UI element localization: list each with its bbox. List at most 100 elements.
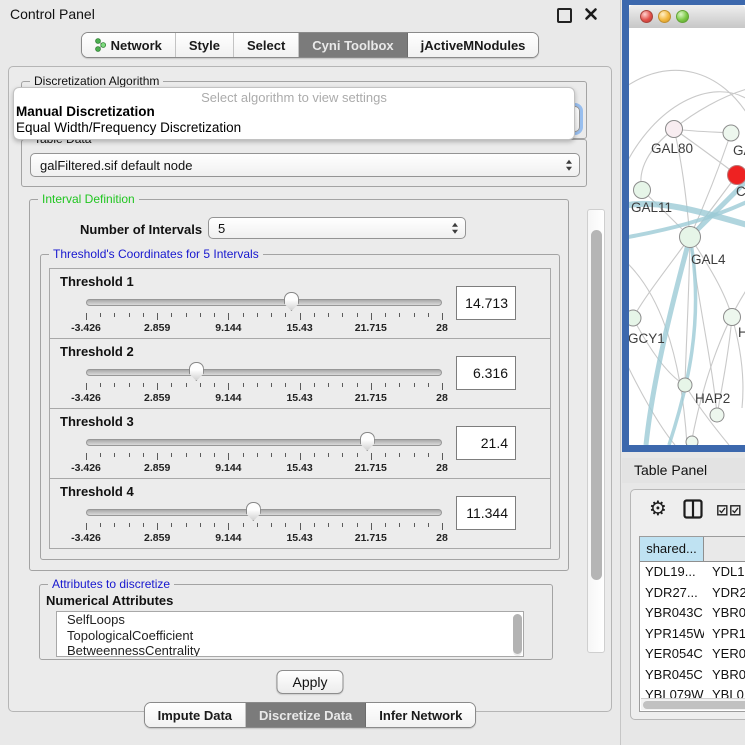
node-label: GCY1	[629, 331, 665, 346]
slider-track[interactable]	[86, 439, 442, 446]
table-row[interactable]: YDR27...YDR2	[640, 583, 745, 604]
close-icon[interactable]	[584, 7, 598, 21]
slider-track[interactable]	[86, 369, 442, 376]
table-panel: ⚙ shared...na YDL19...YDL1YDR27...YDR2YB…	[630, 489, 745, 720]
horizontal-scrollbar[interactable]	[641, 698, 745, 710]
network-node[interactable]	[634, 182, 651, 199]
network-view-window: GAL80GALCGAL11GAL4GCY1HAHAP2	[622, 0, 745, 452]
slider-track[interactable]	[86, 299, 442, 306]
slider-track[interactable]	[86, 509, 442, 516]
numerical-attributes-list[interactable]: SelfLoopsTopologicalCoefficientBetweenne…	[56, 611, 524, 657]
table-row[interactable]: YPR145WYPR1	[640, 624, 745, 645]
columns-icon[interactable]	[683, 499, 703, 524]
slider-ticks	[86, 523, 442, 531]
zoom-traffic-light-icon[interactable]	[676, 10, 689, 23]
close-traffic-light-icon[interactable]	[640, 10, 653, 23]
minimize-traffic-light-icon[interactable]	[658, 10, 671, 23]
tab-jactivemnodules[interactable]: jActiveMNodules	[408, 33, 539, 57]
node-label: HA	[738, 325, 745, 340]
scrollbar-thumb[interactable]	[591, 230, 602, 580]
tab-label: Impute Data	[158, 708, 232, 723]
tab-label: Select	[247, 38, 285, 53]
network-node[interactable]	[724, 309, 741, 326]
node-label: C	[736, 184, 745, 199]
threshold-slider[interactable]: -3.4262.8599.14415.4321.71528	[86, 291, 442, 337]
cyni-bottom-tabbar: Impute Data Discretize Data Infer Network	[0, 702, 620, 728]
threshold-value-input[interactable]: 11.344	[456, 496, 516, 530]
table-rows: YDL19...YDL1YDR27...YDR2YBR043CYBR0YPR14…	[640, 562, 745, 712]
network-icon	[95, 38, 106, 52]
list-scrollbar[interactable]	[513, 614, 522, 656]
slider-thumb[interactable]	[284, 292, 299, 311]
network-canvas[interactable]: GAL80GALCGAL11GAL4GCY1HAHAP2	[629, 28, 745, 445]
threshold-label: Threshold 4	[60, 484, 134, 499]
vertical-scrollbar[interactable]	[587, 209, 605, 653]
slider-ticks	[86, 313, 442, 321]
node-label: GAL4	[691, 252, 726, 267]
settings-scroll-region: Interval Definition Number of Intervals …	[21, 191, 609, 667]
threshold-value-input[interactable]: 14.713	[456, 286, 516, 320]
slider-thumb[interactable]	[246, 502, 261, 521]
tab-cyni-toolbox[interactable]: Cyni Toolbox	[299, 33, 407, 57]
tab-infer-network[interactable]: Infer Network	[366, 703, 475, 727]
column-header[interactable]: shared...	[640, 537, 704, 561]
gear-icon[interactable]: ⚙	[649, 497, 667, 519]
network-node[interactable]	[680, 227, 701, 248]
tab-discretize-data[interactable]: Discretize Data	[246, 703, 366, 727]
table-cell: YDR2	[704, 583, 745, 604]
attribute-list-item[interactable]: SelfLoops	[57, 612, 523, 628]
network-node[interactable]	[666, 121, 683, 138]
attribute-list-item[interactable]: TopologicalCoefficient	[57, 628, 523, 644]
table-cell: YBR045C	[640, 665, 704, 686]
threshold-panel: Threshold 4 -3.4262.8599.14415.4321.71528…	[49, 478, 551, 549]
attribute-list-item[interactable]: BetweennessCentrality	[57, 643, 523, 657]
slider-thumb[interactable]	[360, 432, 375, 451]
group-title: Attributes to discretize	[48, 577, 174, 591]
slider-thumb[interactable]	[189, 362, 204, 381]
network-node[interactable]	[710, 408, 724, 422]
network-node[interactable]	[723, 125, 739, 141]
threshold-panel: Threshold 3-3.4262.8599.14415.4321.71528…	[49, 408, 551, 479]
tab-select[interactable]: Select	[234, 33, 299, 57]
checkboxes-icon[interactable]	[717, 503, 741, 521]
node-attribute-table[interactable]: shared...na YDL19...YDL1YDR27...YDR2YBR0…	[639, 536, 745, 712]
apply-button[interactable]: Apply	[276, 670, 343, 694]
network-node[interactable]	[686, 436, 698, 445]
tab-network[interactable]: Network	[82, 33, 176, 57]
table-cell: YDL1	[704, 562, 745, 583]
threshold-slider[interactable]: -3.4262.8599.14415.4321.71528	[86, 501, 442, 547]
dropdown-option[interactable]: Equal Width/Frequency Discretization	[16, 120, 241, 135]
scrollbar-thumb[interactable]	[643, 701, 745, 709]
table-row[interactable]: YER054CYER0	[640, 644, 745, 665]
node-label: GAL80	[651, 141, 693, 156]
table-data-combobox[interactable]: galFiltered.sif default node	[30, 153, 580, 177]
tab-impute-data[interactable]: Impute Data	[145, 703, 246, 727]
threshold-value-input[interactable]: 6.316	[456, 356, 516, 390]
network-window-titlebar[interactable]	[629, 5, 745, 29]
combobox-value: 5	[218, 221, 225, 236]
tab-style[interactable]: Style	[176, 33, 234, 57]
column-header[interactable]: na	[704, 537, 745, 561]
network-node[interactable]	[629, 310, 641, 326]
table-toolbar: ⚙	[631, 490, 745, 530]
table-row[interactable]: YDL19...YDL1	[640, 562, 745, 583]
number-of-intervals-combobox[interactable]: 5	[208, 217, 466, 239]
control-panel-titlebar: Control Panel	[0, 0, 620, 28]
table-row[interactable]: YBR045CYBR0	[640, 665, 745, 686]
table-row[interactable]: YBR043CYBR0	[640, 603, 745, 624]
group-title: Threshold's Coordinates for 5 Intervals	[49, 247, 263, 261]
table-cell: YER0	[704, 644, 745, 665]
network-node[interactable]	[678, 378, 692, 392]
threshold-panel: Threshold 1 -3.4262.8599.14415.4321.71528…	[49, 268, 551, 339]
threshold-label: Threshold 1	[60, 274, 134, 289]
table-header-row: shared...na	[640, 537, 745, 562]
table-cell: YDL19...	[640, 562, 704, 583]
dropdown-option[interactable]: Manual Discretization	[16, 104, 155, 119]
tab-label: Infer Network	[379, 708, 462, 723]
threshold-value-input[interactable]: 21.4	[456, 426, 516, 460]
threshold-slider[interactable]: -3.4262.8599.14415.4321.71528	[86, 361, 442, 407]
float-window-icon[interactable]	[557, 8, 572, 23]
network-node[interactable]	[728, 166, 745, 185]
threshold-slider[interactable]: -3.4262.8599.14415.4321.71528	[86, 431, 442, 477]
table-cell: YBR043C	[640, 603, 704, 624]
